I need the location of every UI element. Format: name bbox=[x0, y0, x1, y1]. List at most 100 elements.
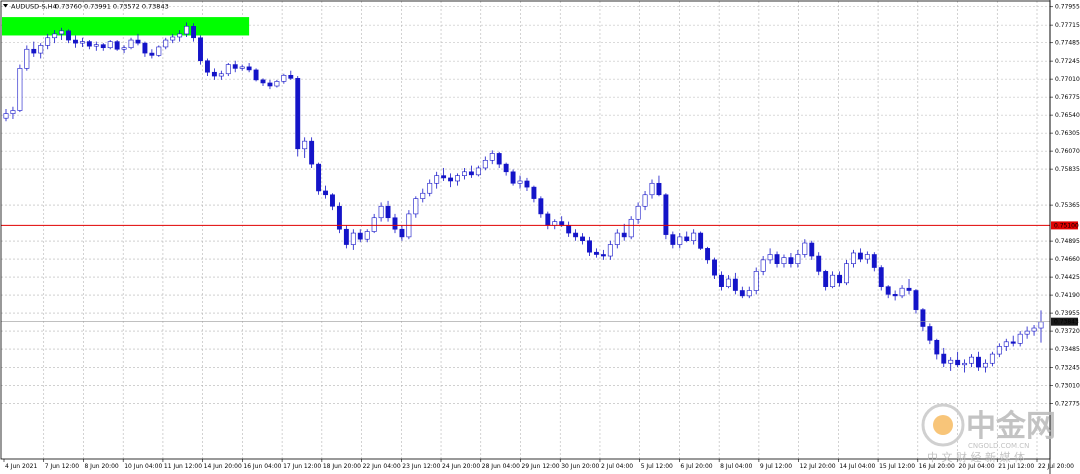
candle bbox=[913, 288, 919, 314]
candle-body bbox=[809, 242, 815, 257]
candle-body bbox=[204, 60, 210, 73]
time-tick-label: 22 Jun 04:00 bbox=[363, 463, 401, 470]
candle-body bbox=[420, 192, 426, 199]
candle-body bbox=[663, 194, 669, 235]
price-tick-label: 0.74425 bbox=[1055, 274, 1080, 281]
candle-body bbox=[559, 221, 565, 226]
time-tick-label: 14 Jul 04:00 bbox=[839, 463, 875, 470]
candle-body bbox=[982, 362, 988, 368]
time-tick-label: 23 Jun 12:00 bbox=[402, 463, 440, 470]
candle-body bbox=[489, 153, 495, 161]
candle-body bbox=[316, 163, 322, 192]
level-price-tag: 0.75100 bbox=[1051, 221, 1079, 230]
candle-body bbox=[31, 48, 37, 54]
candle-body bbox=[295, 78, 301, 150]
price-chart[interactable]: 0.77955 0.77715 0.77485 0.77245 0.77010 0.767… bbox=[0, 0, 1080, 474]
time-tick-label: 18 Jun 20:00 bbox=[323, 463, 361, 470]
candle-body bbox=[462, 171, 467, 176]
candle-body bbox=[107, 41, 113, 49]
candle-body bbox=[753, 271, 759, 291]
candle-body bbox=[628, 218, 634, 238]
candle-body bbox=[482, 160, 488, 169]
time-tick-label: 2 Jul 04:00 bbox=[601, 463, 633, 470]
candle-body bbox=[73, 39, 78, 44]
candle-body bbox=[163, 39, 169, 48]
price-tick-label: 0.74190 bbox=[1055, 292, 1080, 299]
candle-body bbox=[510, 171, 516, 184]
time-tick-label: 28 Jun 04:00 bbox=[482, 463, 520, 470]
time-tick-label: 10 Jun 04:00 bbox=[124, 463, 162, 470]
time-tick-label: 9 Jul 12:00 bbox=[760, 463, 792, 470]
candle-body bbox=[656, 182, 662, 196]
price-tick-label: 0.77715 bbox=[1055, 22, 1080, 29]
candle-body bbox=[920, 309, 926, 327]
symbol-label: AUDUSD-S,H4 bbox=[11, 3, 57, 11]
candle-body bbox=[503, 163, 509, 173]
candle-body bbox=[350, 232, 356, 245]
time-tick-label: 17 Jun 12:00 bbox=[283, 463, 321, 470]
time-tick-label: 11 Jun 12:00 bbox=[164, 463, 202, 470]
candle-body bbox=[1024, 330, 1030, 335]
candle-body bbox=[580, 236, 585, 242]
candle-body bbox=[45, 37, 51, 46]
price-tick-label: 0.77010 bbox=[1055, 76, 1080, 83]
candle-body bbox=[79, 41, 85, 44]
candle-body bbox=[719, 274, 724, 287]
candle-body bbox=[239, 66, 245, 69]
candle-body bbox=[621, 232, 627, 238]
candle-body bbox=[732, 278, 738, 291]
candle-body bbox=[246, 66, 252, 71]
time-tick-label: 24 Jun 20:00 bbox=[442, 463, 480, 470]
candle-body bbox=[434, 175, 440, 184]
time-tick-label: 4 Jun 2021 bbox=[5, 463, 37, 470]
candle bbox=[198, 35, 203, 65]
candle-body bbox=[837, 274, 843, 284]
candle-body bbox=[392, 217, 398, 230]
candle-body bbox=[885, 286, 891, 295]
candle bbox=[156, 45, 162, 57]
candle-body bbox=[156, 46, 162, 56]
candle-body bbox=[642, 194, 648, 207]
ohlc-label: 0.73760 0.73991 0.73572 0.73843 bbox=[55, 3, 169, 11]
candle-body bbox=[218, 73, 224, 77]
candle bbox=[24, 45, 30, 71]
candle-body bbox=[614, 232, 620, 245]
candle-body bbox=[593, 251, 599, 255]
candle-body bbox=[114, 41, 120, 50]
candle-body bbox=[448, 177, 454, 182]
candle-body bbox=[86, 41, 92, 47]
candle-body bbox=[225, 64, 231, 75]
candle bbox=[663, 193, 669, 240]
candle-body bbox=[691, 232, 697, 242]
candle-body bbox=[309, 140, 315, 165]
candle-body bbox=[712, 259, 717, 276]
candle bbox=[316, 162, 322, 195]
price-tick-label: 0.75365 bbox=[1055, 202, 1080, 209]
candle-body bbox=[566, 225, 572, 234]
candle-body bbox=[823, 271, 829, 287]
candle-body bbox=[191, 25, 197, 39]
candle bbox=[844, 259, 849, 286]
price-tick-label: 0.77955 bbox=[1055, 4, 1080, 11]
candle-body bbox=[788, 257, 794, 264]
candle-body bbox=[371, 217, 377, 232]
price-tick-label: 0.73720 bbox=[1055, 328, 1080, 335]
candle-body bbox=[795, 254, 801, 264]
candle-body bbox=[211, 71, 217, 77]
candle-body bbox=[524, 180, 530, 188]
price-tick-label: 0.73245 bbox=[1055, 364, 1080, 371]
candle-body bbox=[330, 194, 335, 207]
candle bbox=[698, 231, 704, 250]
candle-body bbox=[281, 74, 287, 82]
chart-header: AUDUSD-S,H4 0.73760 0.73991 0.73572 0.73… bbox=[3, 3, 169, 11]
candle bbox=[878, 265, 884, 291]
candle-body bbox=[725, 278, 731, 287]
price-tick-label: 0.76070 bbox=[1055, 148, 1080, 155]
candle-body bbox=[670, 234, 676, 245]
candle-body bbox=[871, 254, 877, 268]
candle-body bbox=[705, 248, 711, 261]
time-tick-label: 30 Jun 20:00 bbox=[561, 463, 599, 470]
candle-body bbox=[475, 167, 481, 176]
candle-body bbox=[1010, 341, 1016, 344]
candle-body bbox=[1017, 333, 1023, 344]
